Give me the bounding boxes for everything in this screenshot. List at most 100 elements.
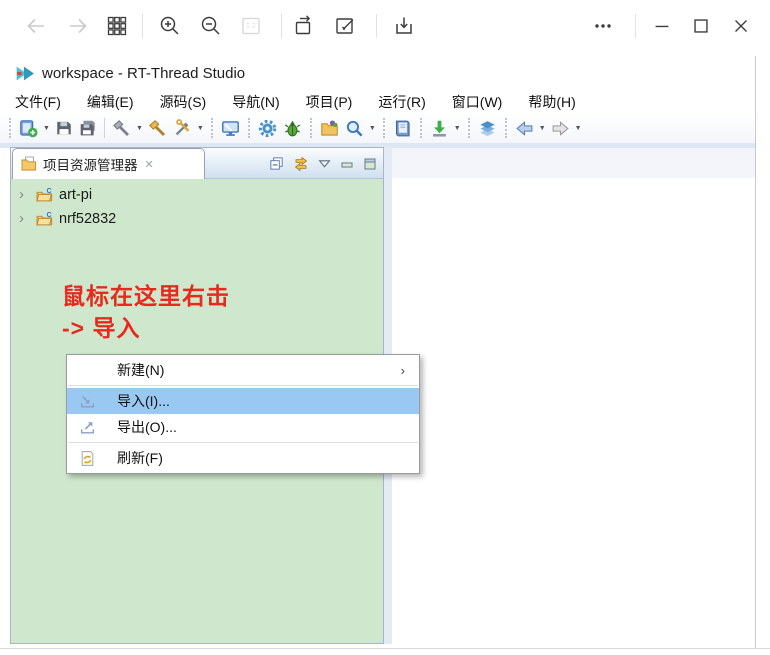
- more-button[interactable]: [587, 10, 619, 42]
- minimize-view-button[interactable]: [340, 157, 354, 171]
- nav-back-dropdown[interactable]: ▼: [537, 125, 548, 132]
- new-wizard-button[interactable]: [16, 117, 41, 140]
- download-run-button[interactable]: [427, 117, 452, 140]
- menubar-item-source[interactable]: 源码(S): [147, 90, 220, 114]
- zoom-in-button[interactable]: [154, 10, 186, 42]
- nav-back-icon: [515, 119, 534, 138]
- maximize-icon: [690, 15, 712, 37]
- menu-item-new[interactable]: 新建(N) ›: [67, 357, 419, 383]
- link-editor-button[interactable]: [293, 156, 309, 172]
- minimize-button[interactable]: [646, 10, 678, 42]
- debug-button[interactable]: [280, 117, 305, 140]
- chevron-right-icon[interactable]: ›: [19, 212, 33, 226]
- menubar-item-edit[interactable]: 编辑(E): [74, 90, 147, 114]
- toolbar-drag-handle: [468, 118, 470, 138]
- submenu-arrow-icon: ›: [401, 363, 405, 378]
- tree-item-art-pi[interactable]: › C art-pi: [11, 183, 383, 207]
- search-icon: [345, 119, 364, 138]
- save-all-icon: [79, 119, 97, 137]
- collapse-all-button[interactable]: [269, 156, 284, 171]
- c-project-folder-icon: C: [36, 187, 53, 204]
- view-toolbar: [269, 148, 377, 179]
- nav-forward-button[interactable]: [548, 117, 573, 140]
- minimize-icon: [651, 15, 673, 37]
- settings-button[interactable]: [255, 117, 280, 140]
- project-explorer-icon: [21, 156, 37, 172]
- menubar-item-project[interactable]: 项目(P): [293, 90, 366, 114]
- save-button[interactable]: [52, 117, 76, 139]
- back-icon: [24, 14, 48, 38]
- zoom-out-button[interactable]: [195, 10, 227, 42]
- rotate-button[interactable]: [288, 10, 320, 42]
- forward-button[interactable]: [62, 10, 94, 42]
- build-dropdown[interactable]: ▼: [134, 125, 145, 132]
- search-button[interactable]: [342, 117, 367, 140]
- menu-item-label: 导入(I)...: [117, 391, 170, 411]
- tree-item-label: art-pi: [59, 187, 92, 203]
- tab-label: 项目资源管理器: [43, 154, 138, 174]
- download-run-dropdown[interactable]: ▼: [452, 125, 463, 132]
- edit-icon: [333, 14, 357, 38]
- view-menu-button[interactable]: [318, 157, 331, 170]
- actual-size-icon: [239, 14, 263, 38]
- tools-icon: [173, 119, 192, 138]
- window-bottom-border: [0, 648, 770, 649]
- actual-size-button[interactable]: [235, 10, 267, 42]
- back-button[interactable]: [20, 10, 52, 42]
- close-button[interactable]: [725, 10, 757, 42]
- close-icon: [730, 15, 752, 37]
- tab-close-icon[interactable]: ✕: [145, 158, 154, 171]
- toolbar-drag-handle: [310, 118, 312, 138]
- build-project-icon: [148, 119, 167, 138]
- window-right-border: [755, 56, 756, 648]
- annotation-line1: 鼠标在这里右击: [62, 277, 230, 311]
- tools-dropdown[interactable]: ▼: [195, 125, 206, 132]
- save-all-button[interactable]: [76, 117, 100, 139]
- build-project-button[interactable]: [145, 117, 170, 140]
- nav-back-button[interactable]: [512, 117, 537, 140]
- menubar-item-window[interactable]: 窗口(W): [439, 90, 516, 114]
- build-button[interactable]: [109, 117, 134, 140]
- menubar-item-help[interactable]: 帮助(H): [515, 90, 588, 114]
- menu-item-refresh[interactable]: 刷新(F): [67, 445, 419, 471]
- menubar-item-run[interactable]: 运行(R): [365, 90, 438, 114]
- toolbar-separator: [376, 14, 377, 38]
- grid-icon: [105, 14, 129, 38]
- search-dropdown[interactable]: ▼: [367, 125, 378, 132]
- rotate-icon: [292, 14, 316, 38]
- more-icon: [591, 14, 615, 38]
- rt-thread-logo-icon: [14, 63, 35, 84]
- maximize-button[interactable]: [685, 10, 717, 42]
- open-resource-button[interactable]: [317, 117, 342, 140]
- toolbar-drag-handle: [420, 118, 422, 138]
- tools-button[interactable]: [170, 117, 195, 140]
- help-book-button[interactable]: [390, 117, 415, 140]
- chevron-right-icon[interactable]: ›: [19, 188, 33, 202]
- layers-button[interactable]: [475, 117, 500, 140]
- edit-button[interactable]: [329, 10, 361, 42]
- gallery-grid-button[interactable]: [101, 10, 133, 42]
- open-resource-icon: [320, 119, 339, 138]
- menubar-item-file[interactable]: 文件(F): [2, 90, 74, 114]
- collapse-all-icon: [269, 156, 284, 171]
- menu-item-export[interactable]: 导出(O)...: [67, 414, 419, 440]
- new-wizard-dropdown[interactable]: ▼: [41, 125, 52, 132]
- main-toolbar: ▼ ▼ ▼: [0, 113, 756, 148]
- save-copy-icon: [392, 14, 416, 38]
- zoom-out-icon: [199, 14, 223, 38]
- save-copy-button[interactable]: [388, 10, 420, 42]
- nav-forward-dropdown[interactable]: ▼: [573, 125, 584, 132]
- project-explorer-header: 项目资源管理器 ✕: [11, 148, 383, 179]
- terminal-button[interactable]: [218, 117, 243, 140]
- menu-item-label: 新建(N): [117, 360, 164, 380]
- svg-text:C: C: [47, 187, 52, 194]
- context-menu: 新建(N) › 导入(I)... 导出(O)...: [66, 354, 420, 474]
- menubar-item-navigate[interactable]: 导航(N): [219, 90, 292, 114]
- build-icon: [112, 119, 131, 138]
- tree-item-nrf52832[interactable]: › C nrf52832: [11, 207, 383, 231]
- toolbar-drag-handle: [505, 118, 507, 138]
- menu-item-label: 刷新(F): [117, 448, 163, 468]
- menu-item-import[interactable]: 导入(I)...: [67, 388, 419, 414]
- maximize-view-button[interactable]: [363, 157, 377, 171]
- tab-project-explorer[interactable]: 项目资源管理器 ✕: [12, 148, 205, 179]
